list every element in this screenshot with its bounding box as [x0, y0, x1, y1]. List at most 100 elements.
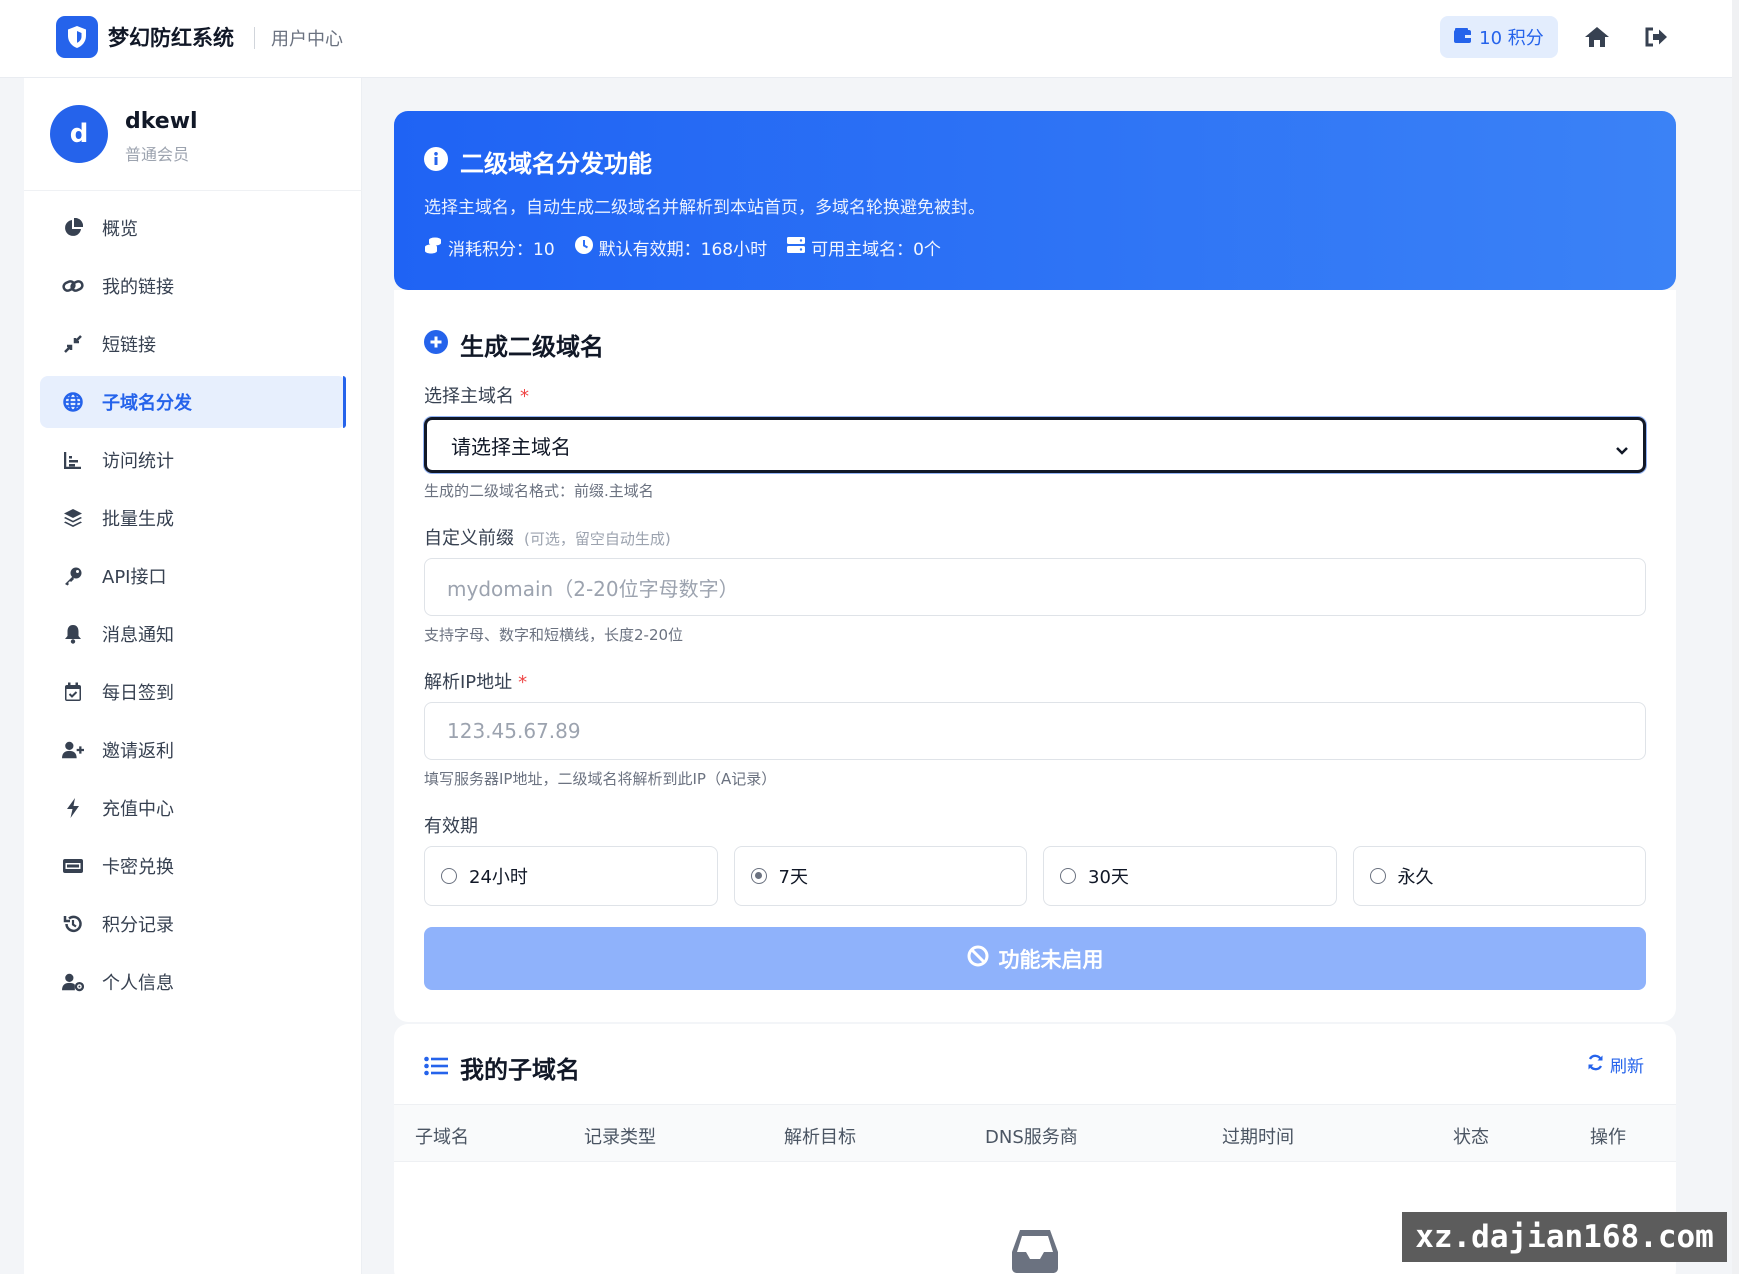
sidebar-item-profile[interactable]: 个人信息 [40, 956, 346, 1008]
refresh-icon [1587, 1054, 1604, 1076]
sidebar-item-label: 访问统计 [102, 451, 174, 472]
info-banner: 二级域名分发功能 选择主域名，自动生成二级域名并解析到本站首页，多域名轮换避免被… [394, 111, 1676, 290]
bell-icon [62, 623, 84, 645]
sidebar-item-batch[interactable]: 批量生成 [40, 492, 346, 544]
radio-button[interactable] [1369, 868, 1386, 884]
sidebar-item-label: 邀请返利 [102, 741, 174, 762]
top-header: 梦幻防红系统 用户中心 10 积分 [0, 0, 1739, 78]
sidebar-item-recharge[interactable]: 充值中心 [40, 782, 346, 834]
ban-icon [967, 945, 989, 972]
link-icon [62, 275, 84, 297]
ip-hint: 填写服务器IP地址，二级域名将解析到此IP（A记录） [424, 770, 777, 788]
home-icon[interactable] [1582, 22, 1612, 52]
banner-stats: 消耗积分：10 默认有效期：168小时 可用主域名：0个 [424, 235, 941, 260]
banner-description: 选择主域名，自动生成二级域名并解析到本站首页，多域名轮换避免被封。 [424, 198, 985, 218]
submit-button-label: 功能未启用 [998, 947, 1104, 972]
points-badge-label: 10 积分 [1479, 28, 1544, 49]
points-badge[interactable]: 10 积分 [1440, 16, 1558, 58]
wallet-icon [1454, 27, 1472, 48]
user-gear-icon [62, 971, 84, 993]
sidebar-item-short-links[interactable]: 短链接 [40, 318, 346, 370]
period-option-permanent[interactable]: 永久 [1352, 846, 1646, 906]
column-header: 状态 [1453, 1127, 1489, 1148]
period-option-24h[interactable]: 24小时 [424, 846, 718, 906]
avatar[interactable]: d [50, 105, 108, 163]
period-option-30d[interactable]: 30天 [1043, 846, 1337, 906]
radio-button-checked[interactable] [750, 868, 767, 884]
coins-icon [424, 236, 442, 259]
sidebar-item-label: 个人信息 [102, 973, 174, 994]
column-header: 解析目标 [784, 1127, 856, 1148]
domain-select[interactable]: 请选择主域名 [424, 417, 1646, 473]
prefix-label: 自定义前缀 (可选，留空自动生成) [424, 524, 671, 550]
ip-label-text: 解析IP地址 [424, 672, 513, 693]
sidebar-item-api[interactable]: API接口 [40, 550, 346, 602]
radio-button[interactable] [1060, 868, 1076, 884]
column-header: 记录类型 [584, 1127, 656, 1148]
bar-chart-icon [62, 449, 84, 471]
period-option-label: 永久 [1397, 867, 1434, 888]
pie-chart-icon [62, 217, 84, 239]
refresh-label: 刷新 [1610, 1057, 1644, 1077]
user-plus-icon [62, 739, 84, 761]
key-icon [62, 565, 84, 587]
sidebar-item-label: 充值中心 [102, 799, 174, 820]
list-icon [424, 1054, 448, 1082]
sidebar-item-stats[interactable]: 访问统计 [40, 434, 346, 486]
table-header: 子域名 记录类型 解析目标 DNS服务商 过期时间 状态 操作 [394, 1104, 1676, 1162]
calendar-check-icon [62, 681, 84, 703]
banner-title-text: 二级域名分发功能 [460, 150, 652, 178]
section-title: 用户中心 [271, 29, 343, 50]
period-option-label: 30天 [1088, 867, 1129, 888]
submit-button-disabled[interactable]: 功能未启用 [424, 927, 1646, 990]
sidebar-item-checkin[interactable]: 每日签到 [40, 666, 346, 718]
brand-divider [254, 27, 255, 49]
domain-label-text: 选择主域名 [424, 386, 514, 407]
ip-input[interactable]: 123.45.67.89 [424, 702, 1646, 760]
column-header: DNS服务商 [985, 1127, 1078, 1148]
domain-label: 选择主域名 * [424, 382, 529, 408]
info-icon [424, 146, 448, 177]
logout-icon[interactable] [1641, 22, 1671, 52]
bolt-icon [62, 797, 84, 819]
domain-hint: 生成的二级域名格式：前缀.主域名 [424, 482, 654, 500]
stat-domains: 可用主域名：0个 [811, 240, 941, 260]
domain-select-value: 请选择主域名 [451, 434, 571, 459]
sidebar-nav: 概览 我的链接 短链接 子域名分发 访问统计 批量生成 API接口 消息通知 每… [40, 202, 346, 1014]
chevron-down-icon [1615, 437, 1629, 461]
banner-title: 二级域名分发功能 [424, 144, 652, 179]
prefix-label-text: 自定义前缀 [424, 528, 514, 549]
list-title-text: 我的子域名 [460, 1056, 580, 1084]
sidebar-item-label: 概览 [102, 219, 138, 240]
period-option-7d[interactable]: 7天 [733, 846, 1027, 906]
column-header: 过期时间 [1222, 1127, 1294, 1148]
sidebar-item-invite[interactable]: 邀请返利 [40, 724, 346, 776]
sidebar-item-label: 子域名分发 [102, 393, 192, 414]
inbox-icon [1010, 1228, 1060, 1274]
sidebar-item-overview[interactable]: 概览 [40, 202, 346, 254]
sidebar-item-my-links[interactable]: 我的链接 [40, 260, 346, 312]
brand-name[interactable]: 梦幻防红系统 [108, 22, 234, 52]
required-mark: * [518, 672, 528, 693]
server-icon [787, 237, 806, 258]
sidebar-item-label: 消息通知 [102, 625, 174, 646]
stat-cost: 消耗积分：10 [448, 240, 555, 260]
generate-form-card: 生成二级域名 选择主域名 * 请选择主域名 生成的二级域名格式：前缀.主域名 自定… [394, 290, 1676, 1022]
layers-icon [62, 507, 84, 529]
sidebar-item-notifications[interactable]: 消息通知 [40, 608, 346, 660]
user-level: 普通会员 [125, 145, 190, 164]
sidebar-item-redeem[interactable]: 卡密兑换 [40, 840, 346, 892]
plus-circle-icon [424, 329, 448, 360]
clock-icon [574, 236, 593, 259]
period-options: 24小时 7天 30天 永久 [424, 846, 1646, 906]
radio-button[interactable] [441, 868, 457, 884]
sidebar-item-points-history[interactable]: 积分记录 [40, 898, 346, 950]
form-title-text: 生成二级域名 [460, 333, 604, 361]
prefix-input[interactable]: mydomain（2-20位字母数字） [424, 558, 1646, 616]
refresh-button[interactable]: 刷新 [1587, 1052, 1644, 1077]
sidebar-item-subdomain[interactable]: 子域名分发 [40, 376, 346, 428]
sidebar-item-label: 批量生成 [102, 509, 174, 530]
sidebar-item-label: API接口 [102, 567, 167, 588]
sidebar: d dkewl 普通会员 概览 我的链接 短链接 子域名分发 访问统计 批量生成 [24, 78, 362, 1274]
scrollbar-track[interactable] [1732, 0, 1739, 1274]
